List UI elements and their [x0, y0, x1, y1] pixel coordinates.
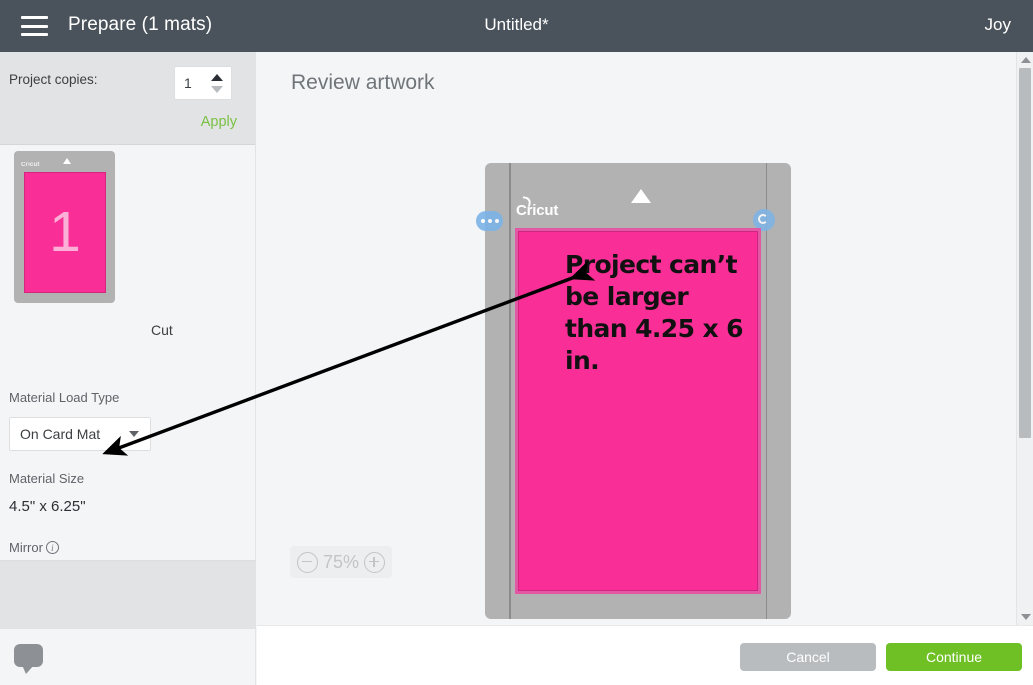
machine-selector[interactable]: Joy: [985, 15, 1011, 35]
dot: [487, 219, 492, 223]
triangle-up-icon: [631, 189, 651, 203]
material-load-type-value: On Card Mat: [20, 426, 101, 442]
continue-button[interactable]: Continue: [886, 643, 1022, 671]
project-copies-value[interactable]: 1: [175, 75, 207, 91]
chevron-down-icon: [129, 431, 139, 437]
footer-bar: Cancel Continue: [257, 625, 1033, 685]
mirror-label-text: Mirror: [9, 540, 43, 555]
mat-thumbnail-1[interactable]: Cricut 1: [14, 151, 115, 303]
sidebar-bottom-panel: [0, 560, 256, 629]
material-load-type-select[interactable]: On Card Mat: [9, 417, 151, 451]
mat-thumbnail-material: 1: [24, 172, 106, 293]
mat-guide-line-right: [765, 163, 767, 619]
cancel-button[interactable]: Cancel: [740, 643, 876, 671]
chat-bubble-icon[interactable]: [14, 644, 43, 674]
project-copies-label: Project copies:: [9, 72, 98, 87]
triangle-up-icon: [63, 158, 71, 164]
material-load-type-label: Material Load Type: [9, 390, 120, 405]
zoom-in-icon[interactable]: [364, 551, 386, 573]
stepper-arrows: [207, 68, 231, 98]
scroll-up-arrow-icon[interactable]: [1021, 57, 1031, 63]
mirror-label: Mirror i: [9, 540, 59, 555]
document-title[interactable]: Untitled*: [0, 15, 1033, 35]
more-options-icon[interactable]: [476, 211, 503, 231]
canvas-area: Review artwork Cricut Project can’t be l…: [257, 52, 1016, 625]
zoom-control: 75%: [290, 546, 393, 578]
cricut-logo: Cricut: [516, 202, 559, 219]
left-sidebar: Project copies: 1 Apply Cricut 1 Cut Mat…: [0, 52, 256, 685]
project-copies-section: Project copies: 1 Apply: [0, 52, 255, 145]
mat-preview[interactable]: Cricut Project can’t be larger than 4.25…: [476, 163, 791, 619]
scroll-down-arrow-icon[interactable]: [1021, 614, 1031, 620]
dot: [480, 219, 485, 223]
scrollbar-thumb[interactable]: [1019, 68, 1031, 438]
info-icon[interactable]: i: [45, 541, 59, 554]
top-bar: Prepare (1 mats) Untitled* Joy: [0, 0, 1033, 52]
cricut-design-space-prepare-screen: Prepare (1 mats) Untitled* Joy Project c…: [0, 0, 1033, 685]
dot: [494, 219, 499, 223]
vertical-scrollbar[interactable]: [1016, 52, 1033, 625]
stepper-decrement-icon[interactable]: [211, 85, 223, 93]
cricut-logo-thumbnail: Cricut: [21, 162, 40, 168]
mat-operation-label: Cut: [151, 322, 173, 338]
artwork-text: Project can’t be larger than 4.25 x 6 in…: [565, 250, 744, 375]
material-size-value: 4.5" x 6.25": [9, 498, 86, 515]
mat-number-label: 1: [49, 200, 81, 264]
material-sheet[interactable]: Project can’t be larger than 4.25 x 6 in…: [515, 228, 761, 594]
zoom-level-label: 75%: [323, 551, 360, 572]
stepper-increment-icon[interactable]: [211, 73, 223, 81]
material-size-label: Material Size: [9, 471, 85, 486]
mat-list: Cricut 1 Cut: [0, 144, 256, 349]
project-copies-stepper[interactable]: 1: [174, 66, 232, 100]
mat-guide-line-left: [509, 163, 511, 619]
apply-button[interactable]: Apply: [201, 114, 237, 130]
zoom-out-icon[interactable]: [297, 551, 318, 573]
canvas-heading: Review artwork: [291, 71, 435, 94]
